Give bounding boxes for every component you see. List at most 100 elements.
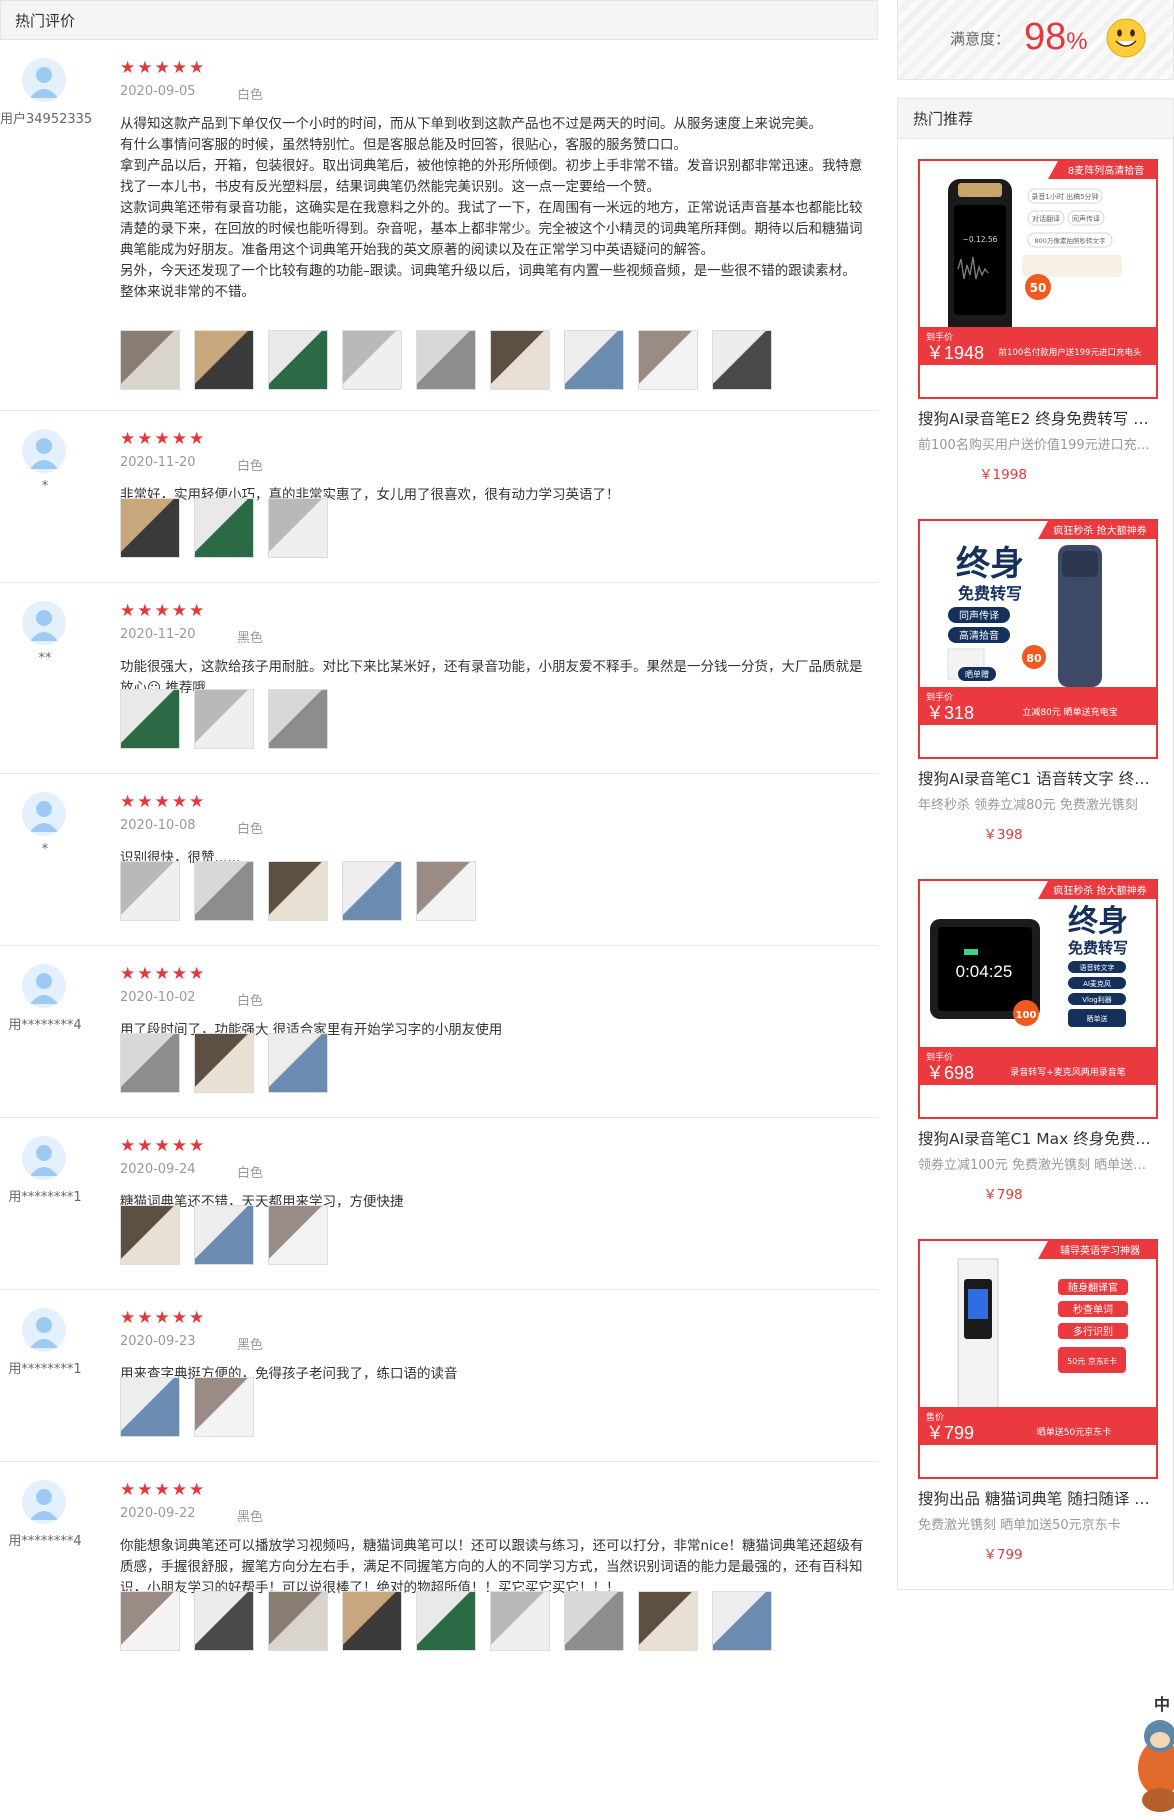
review-photo-thumbnail[interactable] bbox=[120, 1377, 180, 1437]
review-date: 2020-09-05 bbox=[120, 84, 196, 99]
review-photo-thumbnail[interactable] bbox=[120, 861, 180, 921]
svg-text:免费转写: 免费转写 bbox=[1068, 939, 1128, 957]
svg-text:终身: 终身 bbox=[1068, 904, 1128, 939]
review-photo-thumbnail[interactable] bbox=[416, 861, 476, 921]
review-photo-thumbnail[interactable] bbox=[268, 1591, 328, 1651]
review-photo-thumbnail[interactable] bbox=[194, 1591, 254, 1651]
product-variant: 白色 bbox=[237, 459, 264, 474]
review-date: 2020-11-20 bbox=[120, 455, 196, 470]
svg-text:录音转写+麦克风两用录音笔: 录音转写+麦克风两用录音笔 bbox=[1010, 1066, 1126, 1078]
review-photos bbox=[120, 1377, 254, 1437]
review-photo-thumbnail[interactable] bbox=[268, 330, 328, 390]
product-image[interactable]: 辅导英语学习神器 随身翻译官 秒查单词 多行识别 50元 京东E卡 售价 ￥79… bbox=[918, 1239, 1158, 1479]
product-desc: 领券立减100元 免费激光镌刻 晒单送京东卡 bbox=[918, 1158, 1158, 1173]
username: 用********1 bbox=[8, 1190, 82, 1205]
review-photo-thumbnail[interactable] bbox=[194, 498, 254, 558]
review-photo-thumbnail[interactable] bbox=[194, 861, 254, 921]
review-photo-thumbnail[interactable] bbox=[120, 330, 180, 390]
svg-text:同声传译: 同声传译 bbox=[959, 609, 999, 622]
product-name[interactable]: 搜狗AI录音笔C1 语音转文字 终身免费转写 bbox=[918, 767, 1158, 789]
review-photos bbox=[120, 1033, 328, 1093]
review-photo-thumbnail[interactable] bbox=[194, 689, 254, 749]
review-photo-thumbnail[interactable] bbox=[268, 689, 328, 749]
user-avatar-icon[interactable] bbox=[22, 601, 66, 645]
svg-text:随身翻译官: 随身翻译官 bbox=[1068, 1281, 1118, 1294]
rating-stars-icon: ★★★★★ bbox=[120, 58, 207, 78]
product-variant: 白色 bbox=[237, 88, 264, 103]
review-date: 2020-09-22 bbox=[120, 1506, 196, 1521]
review-photo-thumbnail[interactable] bbox=[638, 1591, 698, 1651]
review-photo-thumbnail[interactable] bbox=[120, 1205, 180, 1265]
svg-text:0:04:25: 0:04:25 bbox=[956, 962, 1013, 981]
review-item: ** ★★★★★ 2020-11-20 黑色 功能很强大，这款给孩子用耐脏。对比下来比某… bbox=[0, 583, 878, 774]
product-card[interactable]: 疯狂秒杀 抢大额神券 0:04:25 100 终身 免费转写 语音转文字 AI麦… bbox=[918, 879, 1158, 1203]
product-variant: 黑色 bbox=[237, 1338, 264, 1353]
svg-text:￥318: ￥318 bbox=[926, 703, 974, 723]
review-date: 2020-09-24 bbox=[120, 1162, 196, 1177]
review-photo-thumbnail[interactable] bbox=[712, 1591, 772, 1651]
svg-text:到手价: 到手价 bbox=[926, 691, 953, 703]
product-name[interactable]: 搜狗AI录音笔C1 Max 终身免费转写 录音笔 bbox=[918, 1127, 1158, 1149]
satisfaction-box: 满意度： 98% bbox=[897, 0, 1174, 80]
product-card[interactable]: 8麦阵列高清拾音 ~0.12.56 录音1小时 出稿5分钟 对话翻译 同声传译 … bbox=[918, 159, 1158, 483]
svg-text:50: 50 bbox=[1030, 281, 1047, 295]
product-variant: 黑色 bbox=[237, 1510, 264, 1525]
review-photo-thumbnail[interactable] bbox=[268, 861, 328, 921]
product-card[interactable]: 疯狂秒杀 抢大额神券 终身 免费转写 同声传译 高清拾音 晒单赠 80 到手价 bbox=[918, 519, 1158, 843]
svg-text:录音1小时 出稿5分钟: 录音1小时 出稿5分钟 bbox=[1031, 192, 1098, 201]
review-photo-thumbnail[interactable] bbox=[120, 498, 180, 558]
product-name[interactable]: 搜狗出品 糖猫词典笔 随扫随译 扫描翻译笔 bbox=[918, 1487, 1158, 1509]
user-avatar-icon[interactable] bbox=[22, 1136, 66, 1180]
product-name[interactable]: 搜狗AI录音笔E2 终身免费转写 8麦阵列 录音转文字 bbox=[918, 407, 1158, 429]
product-image[interactable]: 8麦阵列高清拾音 ~0.12.56 录音1小时 出稿5分钟 对话翻译 同声传译 … bbox=[918, 159, 1158, 399]
product-desc: 免费激光镌刻 晒单加送50元京东卡 bbox=[918, 1518, 1121, 1533]
review-photo-thumbnail[interactable] bbox=[268, 498, 328, 558]
svg-text:晒单赠: 晒单赠 bbox=[965, 669, 989, 679]
user-avatar-icon[interactable] bbox=[22, 58, 66, 102]
user-avatar-icon[interactable] bbox=[22, 1308, 66, 1352]
review-photo-thumbnail[interactable] bbox=[120, 1033, 180, 1093]
svg-text:￥698: ￥698 bbox=[926, 1063, 974, 1083]
svg-text:8麦阵列高清拾音: 8麦阵列高清拾音 bbox=[1068, 164, 1144, 177]
review-photo-thumbnail[interactable] bbox=[416, 330, 476, 390]
review-photo-thumbnail[interactable] bbox=[490, 330, 550, 390]
product-desc: 前100名购买用户送价值199元进口充电头 bbox=[918, 438, 1158, 453]
svg-text:免费转写: 免费转写 bbox=[958, 584, 1022, 603]
svg-text:到手价: 到手价 bbox=[926, 1051, 953, 1063]
satisfaction-label: 满意度： bbox=[950, 30, 1011, 48]
rating-stars-icon: ★★★★★ bbox=[120, 1308, 207, 1328]
review-photo-thumbnail[interactable] bbox=[564, 1591, 624, 1651]
review-photo-thumbnail[interactable] bbox=[638, 330, 698, 390]
review-photo-thumbnail[interactable] bbox=[194, 1205, 254, 1265]
review-photo-thumbnail[interactable] bbox=[416, 1591, 476, 1651]
user-avatar-icon[interactable] bbox=[22, 964, 66, 1008]
user-avatar-icon[interactable] bbox=[22, 792, 66, 836]
svg-text:￥1948: ￥1948 bbox=[926, 343, 984, 363]
product-image[interactable]: 疯狂秒杀 抢大额神券 终身 免费转写 同声传译 高清拾音 晒单赠 80 到手价 bbox=[918, 519, 1158, 759]
hot-recommend-panel: 热门推荐 8麦阵列高清拾音 ~0.12.56 录音1小时 出稿5分钟 对话翻译 bbox=[897, 98, 1174, 1590]
review-photo-thumbnail[interactable] bbox=[194, 330, 254, 390]
product-image[interactable]: 疯狂秒杀 抢大额神券 0:04:25 100 终身 免费转写 语音转文字 AI麦… bbox=[918, 879, 1158, 1119]
product-card[interactable]: 辅导英语学习神器 随身翻译官 秒查单词 多行识别 50元 京东E卡 售价 ￥79… bbox=[918, 1239, 1158, 1563]
review-photo-thumbnail[interactable] bbox=[490, 1591, 550, 1651]
user-avatar-icon[interactable] bbox=[22, 429, 66, 473]
svg-text:AI麦克风: AI麦克风 bbox=[1083, 979, 1111, 988]
review-photo-thumbnail[interactable] bbox=[120, 1591, 180, 1651]
review-photo-thumbnail[interactable] bbox=[120, 689, 180, 749]
review-photo-thumbnail[interactable] bbox=[194, 1033, 254, 1093]
review-photo-thumbnail[interactable] bbox=[268, 1205, 328, 1265]
user-avatar-icon[interactable] bbox=[22, 1480, 66, 1524]
review-photo-thumbnail[interactable] bbox=[712, 330, 772, 390]
review-content: 你能想象词典笔还可以播放学习视频吗，糖猫词典笔可以！还可以跟读与练习，还可以打分… bbox=[120, 1538, 864, 1596]
hot-recommend-title: 热门推荐 bbox=[898, 99, 1173, 139]
review-photo-thumbnail[interactable] bbox=[564, 330, 624, 390]
floating-mascot[interactable]: 中 bbox=[1120, 1688, 1174, 1820]
review-photo-thumbnail[interactable] bbox=[194, 1377, 254, 1437]
review-photo-thumbnail[interactable] bbox=[268, 1033, 328, 1093]
svg-text:高清拾音: 高清拾音 bbox=[959, 629, 999, 642]
review-photo-thumbnail[interactable] bbox=[342, 861, 402, 921]
review-photo-thumbnail[interactable] bbox=[342, 330, 402, 390]
review-photos bbox=[120, 861, 476, 921]
svg-text:中: 中 bbox=[1154, 1695, 1170, 1714]
review-photo-thumbnail[interactable] bbox=[342, 1591, 402, 1651]
